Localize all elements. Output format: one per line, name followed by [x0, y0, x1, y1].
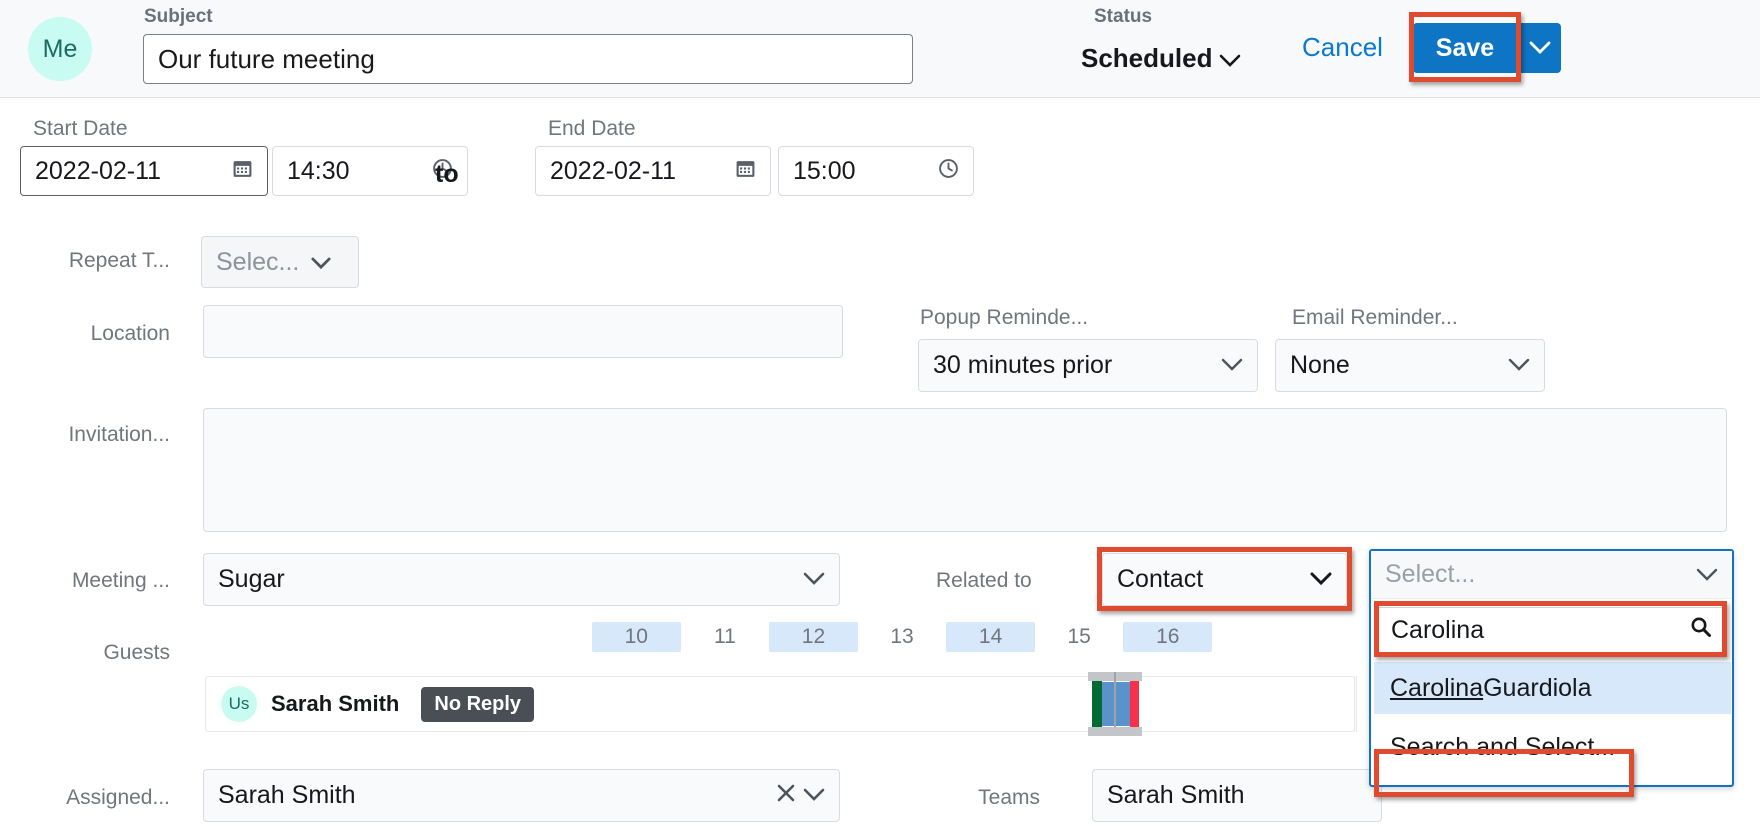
- save-button[interactable]: Save: [1413, 23, 1517, 73]
- popup-reminder-dropdown[interactable]: 30 minutes prior: [918, 339, 1258, 392]
- save-dropdown-toggle[interactable]: [1517, 23, 1561, 73]
- end-date-label: End Date: [548, 117, 636, 140]
- email-reminder-label: Email Reminder...: [1292, 306, 1458, 329]
- guest-avatar: Us: [221, 686, 257, 722]
- related-record-option-match: Carolina: [1390, 673, 1484, 702]
- scheduler-hour-label: 11: [713, 625, 736, 648]
- scheduler-hour-label: 13: [890, 625, 914, 648]
- start-date-input[interactable]: 2022-02-11: [20, 146, 268, 196]
- search-icon[interactable]: [1690, 616, 1712, 645]
- chevron-down-icon: [1221, 354, 1243, 378]
- teams-field[interactable]: Sarah Smith: [1092, 769, 1382, 822]
- invitation-textarea[interactable]: [203, 408, 1727, 532]
- email-reminder-value: None: [1290, 351, 1350, 379]
- related-to-label: Related to: [936, 569, 1032, 592]
- assigned-to-field[interactable]: Sarah Smith: [203, 769, 840, 822]
- meeting-type-label: Meeting ...: [71, 569, 170, 592]
- scheduler-hour-label: 15: [1067, 625, 1091, 648]
- guest-row[interactable]: Us Sarah Smith No Reply: [205, 676, 1355, 732]
- invitation-label: Invitation...: [68, 423, 170, 446]
- status-dropdown[interactable]: Scheduled: [1081, 43, 1241, 74]
- related-record-search-input[interactable]: Carolina: [1378, 607, 1725, 653]
- teams-value: Sarah Smith: [1107, 781, 1245, 809]
- chevron-down-icon: [1696, 560, 1718, 589]
- calendar-icon[interactable]: [735, 158, 756, 185]
- subject-label: Subject: [144, 6, 213, 27]
- status-value-text: Scheduled: [1081, 43, 1213, 73]
- chevron-down-icon: [1310, 568, 1332, 592]
- clock-icon[interactable]: [938, 158, 959, 185]
- chevron-down-icon: [311, 248, 331, 277]
- end-time-input[interactable]: 15:00: [778, 146, 974, 196]
- assigned-to-label: Assigned...: [66, 786, 170, 809]
- clear-icon[interactable]: [775, 782, 797, 810]
- email-reminder-dropdown[interactable]: None: [1275, 339, 1545, 392]
- search-and-select-label: Search and Select...: [1390, 732, 1616, 761]
- end-date-value: 2022-02-11: [550, 156, 677, 185]
- scheduler-hour-label: 10: [592, 622, 681, 652]
- busy-block-bottom-bar: [1088, 727, 1142, 736]
- form-header: Me Subject Status Scheduled Cancel Save: [0, 0, 1760, 98]
- busy-block-start-marker: [1092, 681, 1102, 727]
- assigned-to-value: Sarah Smith: [218, 781, 356, 809]
- repeat-type-value: Selec...: [216, 247, 300, 276]
- chevron-down-icon: [1508, 354, 1530, 378]
- chevron-down-icon[interactable]: [803, 784, 825, 808]
- meeting-type-value: Sugar: [218, 565, 285, 593]
- cancel-button[interactable]: Cancel: [1302, 32, 1383, 63]
- end-time-value: 15:00: [793, 156, 856, 185]
- related-record-select-field[interactable]: Select...: [1371, 551, 1732, 599]
- chevron-down-icon: [1219, 46, 1241, 72]
- start-time-value: 14:30: [287, 156, 350, 185]
- related-record-search-value: Carolina: [1391, 615, 1485, 644]
- guests-label: Guests: [103, 641, 170, 664]
- scheduler-hour-axis: 10 11 12 13 14 15 16: [592, 622, 1213, 652]
- subject-input[interactable]: [143, 34, 913, 84]
- location-input[interactable]: [203, 305, 843, 358]
- popup-reminder-label: Popup Reminde...: [920, 306, 1089, 329]
- related-record-option-rest: Guardiola: [1483, 673, 1592, 702]
- guest-reply-status-badge: No Reply: [421, 686, 535, 722]
- save-button-group: Save: [1413, 23, 1561, 73]
- start-date-label: Start Date: [33, 117, 128, 140]
- meeting-edit-form: Me Subject Status Scheduled Cancel Save …: [0, 0, 1760, 826]
- guest-name: Sarah Smith: [271, 691, 400, 716]
- related-to-module-dropdown[interactable]: Contact: [1102, 553, 1347, 606]
- scheduler-hour-label: 14: [946, 622, 1035, 652]
- scheduler-busy-block: [1088, 672, 1142, 736]
- busy-block-body: [1102, 682, 1130, 726]
- scheduler-hour-label: 12: [769, 622, 858, 652]
- repeat-type-label: Repeat T...: [68, 249, 170, 272]
- calendar-icon[interactable]: [232, 158, 253, 185]
- start-date-value: 2022-02-11: [35, 156, 162, 185]
- search-and-select-option[interactable]: Search and Select...: [1374, 721, 1731, 773]
- chevron-down-icon: [803, 568, 825, 592]
- teams-label: Teams: [978, 786, 1040, 809]
- repeat-type-dropdown[interactable]: Selec...: [201, 236, 359, 288]
- meeting-type-dropdown[interactable]: Sugar: [203, 553, 840, 606]
- related-record-placeholder: Select...: [1385, 560, 1476, 588]
- location-label: Location: [90, 322, 170, 345]
- avatar: Me: [28, 17, 92, 81]
- popup-reminder-value: 30 minutes prior: [933, 351, 1113, 379]
- status-label: Status: [1094, 6, 1153, 27]
- end-date-input[interactable]: 2022-02-11: [535, 146, 771, 196]
- scheduler-hour-label: 16: [1123, 622, 1213, 652]
- related-to-module-value: Contact: [1117, 565, 1204, 593]
- related-record-option[interactable]: Carolina Guardiola: [1374, 662, 1731, 714]
- date-range-separator: to: [435, 160, 459, 188]
- related-record-dropdown-panel: Select... Carolina Carolina Guardiola Se…: [1369, 549, 1734, 787]
- busy-block-end-marker: [1130, 681, 1139, 727]
